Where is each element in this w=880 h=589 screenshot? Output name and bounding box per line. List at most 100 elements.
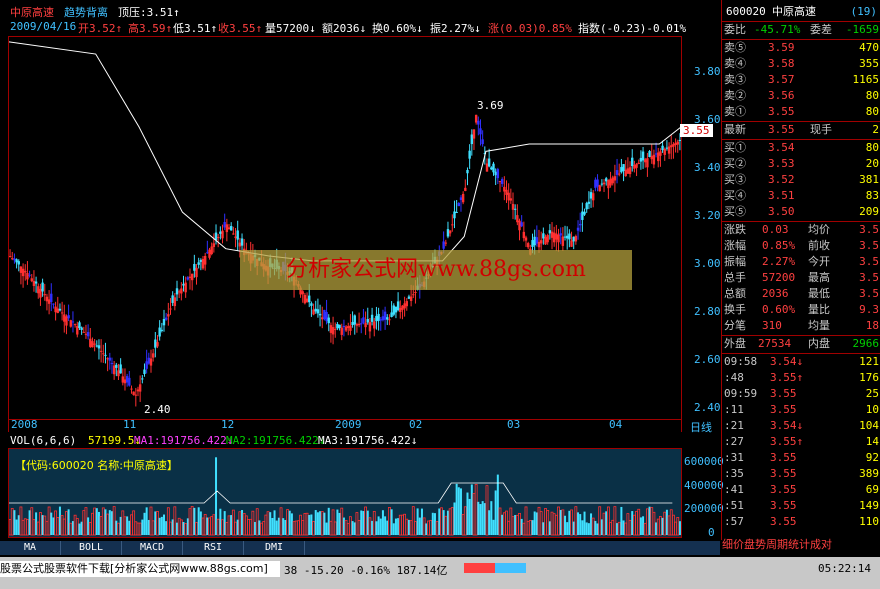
volume-bar: [303, 513, 307, 536]
candlestick-svg[interactable]: [8, 37, 682, 419]
candle-body: [368, 322, 372, 332]
volume-bar: [566, 522, 569, 535]
volume-bar: [95, 508, 98, 535]
panel-bottom-tabs[interactable]: 细价盘势周期统计成对: [722, 538, 880, 552]
stock-name[interactable]: 中原高速: [10, 4, 54, 20]
stat-value: 0.60%: [762, 303, 796, 316]
candle-body: [342, 325, 346, 328]
volume-bar: [669, 509, 673, 536]
volume-bar: [138, 522, 142, 536]
tick-time: :48: [724, 371, 744, 384]
sell-label: 卖④: [724, 57, 746, 70]
candle-body: [56, 308, 59, 314]
volume-bar: [518, 512, 521, 536]
candle-body: [102, 353, 105, 355]
candle-body: [485, 163, 489, 172]
volume-bar: [461, 514, 465, 536]
volume-chart[interactable]: 【代码:600020 名称:中原高速】: [8, 448, 682, 538]
tick-price: 3.55↑: [770, 435, 804, 448]
candle-body: [379, 319, 382, 321]
candle-body: [110, 362, 114, 364]
high-value: 高3.59↑: [128, 22, 173, 35]
volume-bar: [179, 519, 183, 536]
candle-body: [457, 203, 461, 207]
volume-bar: [316, 512, 319, 535]
indicator-tabs: MA BOLL MACD RSI DMI: [0, 541, 720, 555]
low-value: 低3.51↑: [173, 22, 218, 35]
volume-bar: [319, 511, 322, 535]
candle-body: [620, 167, 623, 173]
candle-body: [507, 192, 510, 201]
volume-bar: [665, 509, 668, 535]
candlestick-chart[interactable]: 3.69 2.40: [8, 36, 682, 420]
candle-body: [518, 220, 521, 231]
tab-boll[interactable]: BOLL: [61, 541, 122, 555]
candle-body: [60, 312, 64, 314]
candle-body: [173, 297, 177, 307]
volume-bar: [585, 522, 588, 535]
tab-macd[interactable]: MACD: [122, 541, 183, 555]
candle-body: [644, 159, 647, 163]
volume-bar: [587, 523, 590, 535]
stat-label: 分笔: [724, 319, 746, 332]
amplitude-value: 振2.27%↓: [430, 22, 481, 35]
tab-dmi[interactable]: DMI: [244, 541, 305, 555]
candle-body: [175, 288, 179, 295]
candle-body: [607, 180, 610, 189]
volume-bar: [355, 512, 359, 536]
volume-bar: [87, 517, 90, 535]
candle-body: [466, 169, 469, 174]
volume-bar: [581, 520, 584, 535]
period-label[interactable]: 日线: [690, 419, 712, 435]
high-annotation: 3.69: [477, 99, 504, 112]
volume-bar: [407, 519, 410, 535]
tab-rsi[interactable]: RSI: [183, 541, 244, 555]
vol-indicator-name[interactable]: VOL(6,6,6): [10, 434, 76, 447]
stat-value: 18: [865, 319, 879, 332]
candle-body: [552, 232, 556, 243]
candle-body: [232, 233, 235, 235]
candle-body: [54, 306, 57, 313]
candle-body: [355, 324, 359, 326]
volume-bar: [455, 483, 458, 535]
candle-body: [331, 327, 335, 335]
volume-bar: [583, 511, 586, 535]
candle-body: [615, 170, 619, 175]
volume-bar: [160, 516, 163, 535]
candle-body: [399, 307, 402, 312]
stat-value: 3.5: [859, 239, 879, 252]
candle-body: [672, 144, 675, 147]
stat-label: 最高: [808, 271, 830, 284]
volume-bar: [368, 517, 372, 536]
candle-body: [652, 154, 656, 165]
volume-bar: [520, 518, 523, 535]
candle-body: [238, 242, 242, 247]
candle-body: [628, 167, 632, 175]
volume-bar: [661, 517, 664, 535]
panel-row: :48 3.55↑ 176: [722, 370, 880, 386]
candle-body: [125, 376, 129, 383]
candle-body: [602, 182, 606, 185]
volume-bar: [84, 507, 88, 536]
sell-label: 卖①: [724, 105, 746, 118]
candle-body: [227, 227, 231, 230]
volume-bar: [176, 522, 178, 535]
candle-body: [121, 376, 125, 383]
volume-bar: [247, 519, 250, 536]
tab-ma[interactable]: MA: [0, 541, 61, 555]
ticker-text[interactable]: 股票公式股票软件下载[分析家公式网www.88gs.com]: [0, 561, 280, 577]
candle-body: [145, 361, 148, 369]
candle-body: [407, 296, 411, 299]
indicator-name[interactable]: 趋势背离: [64, 4, 108, 20]
candle-body: [8, 255, 12, 257]
volume-bar: [457, 487, 460, 535]
candle-body: [583, 211, 586, 215]
volume-bar: [223, 511, 226, 535]
candle-body: [314, 308, 317, 312]
candle-body: [576, 227, 580, 231]
stat-label: 量比: [808, 303, 830, 316]
tick-volume: 121: [859, 355, 879, 368]
candle-body: [409, 296, 413, 301]
date-label: 02: [409, 418, 423, 431]
vol-ma2: MA2:191756.422↓: [226, 434, 326, 447]
